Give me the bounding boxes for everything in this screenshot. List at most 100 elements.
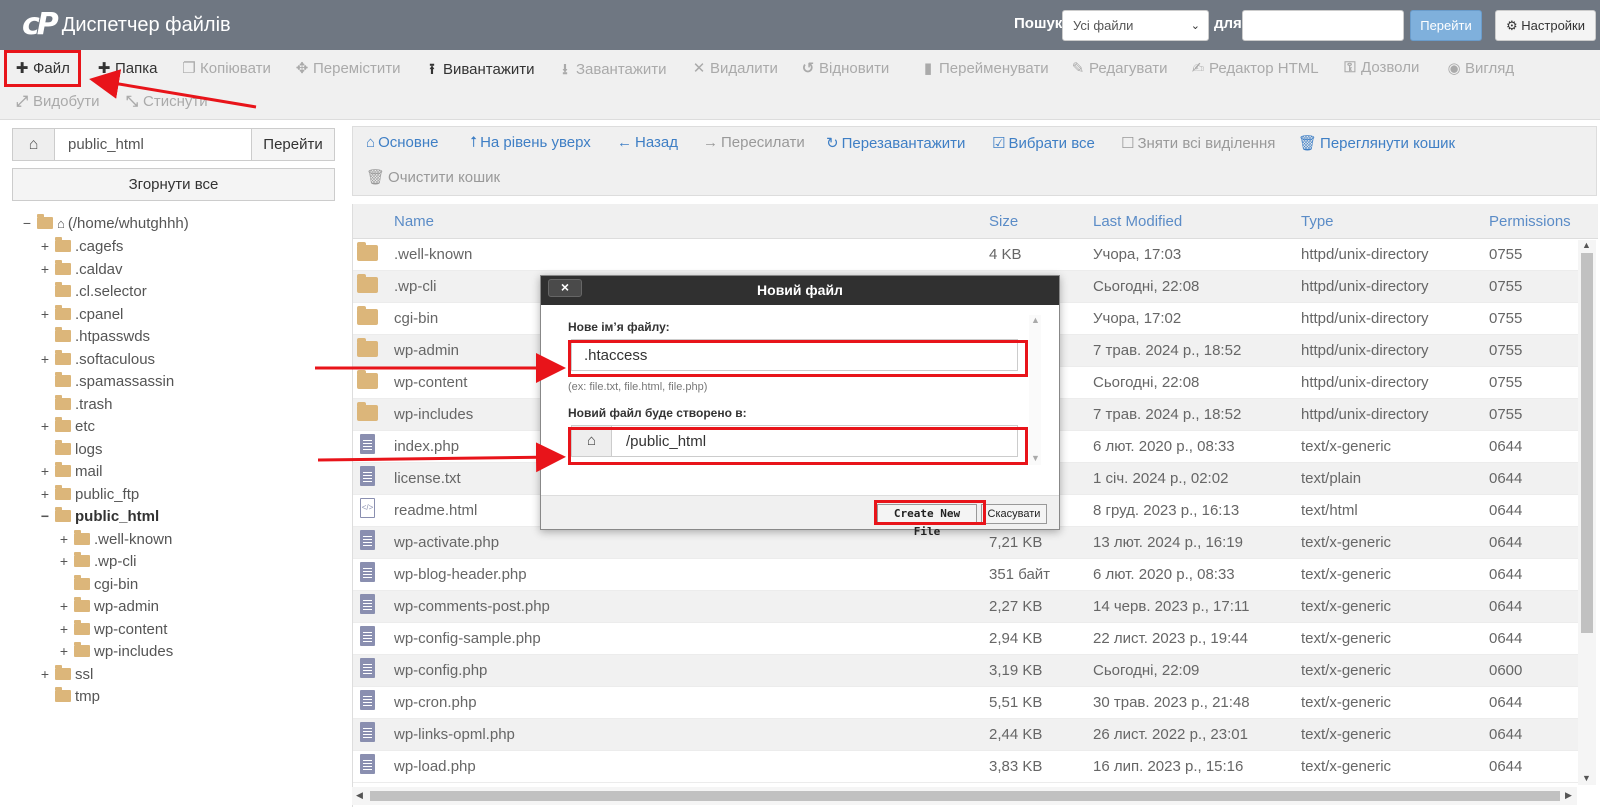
column-last-modified[interactable]: Last Modified: [1093, 213, 1182, 230]
restore-button[interactable]: ↺ Відновити: [800, 59, 890, 77]
edit-button[interactable]: ✎ Редагувати: [1070, 59, 1168, 77]
tree-item[interactable]: logs: [38, 438, 103, 460]
table-row[interactable]: wp-links-opml.php 2,44 KB 26 лист. 2022 р.…: [353, 719, 1578, 751]
expand-toggle[interactable]: +: [38, 261, 52, 277]
expand-toggle[interactable]: +: [38, 463, 52, 479]
dialog-scrollbar[interactable]: ▲ ▼: [1029, 315, 1041, 465]
expand-toggle[interactable]: +: [38, 418, 52, 434]
collapse-all-button[interactable]: Згорнути все: [12, 168, 335, 201]
table-row[interactable]: wp-cron.php 5,51 KB 30 трав. 2023 р., 21:4…: [353, 687, 1578, 719]
tree-item[interactable]: + wp-includes: [57, 640, 173, 662]
copy-button[interactable]: ❐ Копіювати: [181, 59, 271, 77]
view-button[interactable]: ◉ Вигляд: [1446, 59, 1514, 77]
tree-item-current[interactable]: − public_html: [38, 505, 159, 527]
tree-item[interactable]: + .cagefs: [38, 235, 123, 257]
unselect-all-button[interactable]: ☐ Зняти всі виділення: [1121, 134, 1275, 152]
tree-item[interactable]: + wp-content: [57, 618, 167, 640]
scroll-up-icon[interactable]: ▲: [1031, 315, 1040, 325]
expand-toggle[interactable]: +: [57, 621, 71, 637]
cpanel-logo[interactable]: cP Диспетчер файлів: [22, 8, 231, 42]
expand-toggle[interactable]: +: [38, 306, 52, 322]
table-row[interactable]: .well-known 4 KB Учора, 17:03 httpd/unix-di…: [353, 239, 1578, 271]
folder-icon: [55, 237, 71, 252]
column-type[interactable]: Type: [1301, 213, 1334, 230]
tree-item[interactable]: .htpasswds: [38, 325, 150, 347]
rename-button[interactable]: ▮ Перейменувати: [920, 59, 1049, 77]
expand-toggle[interactable]: +: [57, 531, 71, 547]
move-button[interactable]: ✥ Перемістити: [294, 59, 401, 77]
search-scope-select[interactable]: Усі файли ⌄: [1062, 10, 1209, 41]
table-row[interactable]: wp-activate.php 7,21 KB 13 лют. 2024 р., 1…: [353, 527, 1578, 559]
scroll-down-icon[interactable]: ▼: [1031, 453, 1040, 463]
tree-item[interactable]: .cl.selector: [38, 280, 147, 302]
tree-item[interactable]: .trash: [38, 393, 113, 415]
forward-button[interactable]: → Пересилати: [703, 134, 805, 151]
back-button[interactable]: ← Назад: [617, 134, 678, 151]
tree-item[interactable]: + .cpanel: [38, 303, 123, 325]
search-go-button[interactable]: Перейти: [1410, 10, 1482, 41]
up-level-button[interactable]: ⭡ На рівень уверх: [470, 134, 591, 151]
expand-toggle[interactable]: +: [57, 643, 71, 659]
expand-toggle[interactable]: +: [38, 238, 52, 254]
file-permissions: 0644: [1489, 598, 1523, 615]
tree-item[interactable]: + wp-admin: [57, 595, 159, 617]
search-input[interactable]: [1242, 10, 1404, 41]
folder-icon: [74, 530, 90, 545]
scroll-left-icon[interactable]: ◀: [356, 790, 363, 801]
tree-item[interactable]: cgi-bin: [57, 573, 138, 595]
settings-button[interactable]: ⚙ Настройки: [1495, 10, 1596, 41]
new-folder-button[interactable]: ✚ Папка: [96, 59, 158, 77]
delete-button[interactable]: ✕ Видалити: [691, 59, 778, 77]
scroll-thumb[interactable]: [370, 791, 1560, 801]
reload-button[interactable]: ↻ Перезавантажити: [826, 134, 965, 152]
close-icon[interactable]: ×: [548, 279, 582, 297]
download-button[interactable]: ⭳ Завантажити: [557, 59, 666, 84]
scroll-thumb[interactable]: [1581, 253, 1593, 633]
horizontal-scrollbar[interactable]: ◀ ▶: [352, 787, 1577, 805]
path-input[interactable]: public_html: [68, 136, 144, 153]
tree-item[interactable]: + .well-known: [57, 528, 172, 550]
vertical-scrollbar[interactable]: ▲ ▼: [1578, 240, 1596, 785]
scroll-up-icon[interactable]: ▲: [1582, 240, 1591, 250]
tree-item[interactable]: tmp: [38, 685, 100, 707]
column-size[interactable]: Size: [989, 213, 1018, 230]
view-trash-button[interactable]: 🗑 Переглянути кошик: [1298, 134, 1455, 152]
collapse-toggle[interactable]: −: [20, 215, 34, 231]
permissions-button[interactable]: ⚿ Дозволи: [1342, 59, 1419, 76]
tree-item[interactable]: + .wp-cli: [57, 550, 137, 572]
tree-item-root[interactable]: − ⌂ (/home/whutghhh): [20, 212, 189, 234]
html-editor-button[interactable]: ✍ Редактор HTML: [1190, 59, 1319, 77]
extract-button[interactable]: ⤢ Видобути: [14, 93, 100, 110]
upload-button[interactable]: ⭱ Вивантажити: [424, 59, 534, 84]
scroll-right-icon[interactable]: ▶: [1565, 790, 1572, 801]
tree-item[interactable]: + .caldav: [38, 258, 123, 280]
tree-item[interactable]: + .softaculous: [38, 348, 155, 370]
path-go-button[interactable]: Перейти: [251, 129, 334, 160]
home-nav-button[interactable]: ⌂ Основне: [366, 134, 438, 151]
home-icon[interactable]: ⌂: [13, 129, 55, 160]
column-name[interactable]: Name: [394, 213, 434, 230]
expand-toggle[interactable]: +: [57, 553, 71, 569]
tree-item[interactable]: + mail: [38, 460, 103, 482]
table-row[interactable]: wp-blog-header.php 351 байт 6 лют. 2020 р.…: [353, 559, 1578, 591]
folder-open-icon: [55, 507, 71, 522]
expand-toggle[interactable]: +: [38, 351, 52, 367]
table-row[interactable]: wp-config-sample.php 2,94 KB 22 лист. 2023…: [353, 623, 1578, 655]
table-row[interactable]: wp-comments-post.php 2,27 KB 14 черв. 2023…: [353, 591, 1578, 623]
compress-button[interactable]: ⤡ Стиснути: [124, 93, 208, 110]
column-permissions[interactable]: Permissions: [1489, 213, 1571, 230]
tree-item[interactable]: + ssl: [38, 663, 93, 685]
tree-item[interactable]: + etc: [38, 415, 95, 437]
select-all-button[interactable]: ☑ Вибрати все: [992, 134, 1095, 152]
scroll-down-icon[interactable]: ▼: [1582, 773, 1591, 783]
collapse-toggle[interactable]: −: [38, 508, 52, 524]
table-row[interactable]: wp-config.php 3,19 KB Сьогодні, 22:09 text/…: [353, 655, 1578, 687]
table-row[interactable]: wp-load.php 3,83 KB 16 лип. 2023 р., 15:16…: [353, 751, 1578, 783]
expand-toggle[interactable]: +: [38, 486, 52, 502]
expand-toggle[interactable]: +: [38, 666, 52, 682]
expand-toggle[interactable]: +: [57, 598, 71, 614]
empty-trash-button[interactable]: 🗑 Очистити кошик: [366, 168, 500, 186]
cancel-button[interactable]: Скасувати: [981, 504, 1047, 524]
tree-item[interactable]: + public_ftp: [38, 483, 139, 505]
tree-item[interactable]: .spamassassin: [38, 370, 174, 392]
